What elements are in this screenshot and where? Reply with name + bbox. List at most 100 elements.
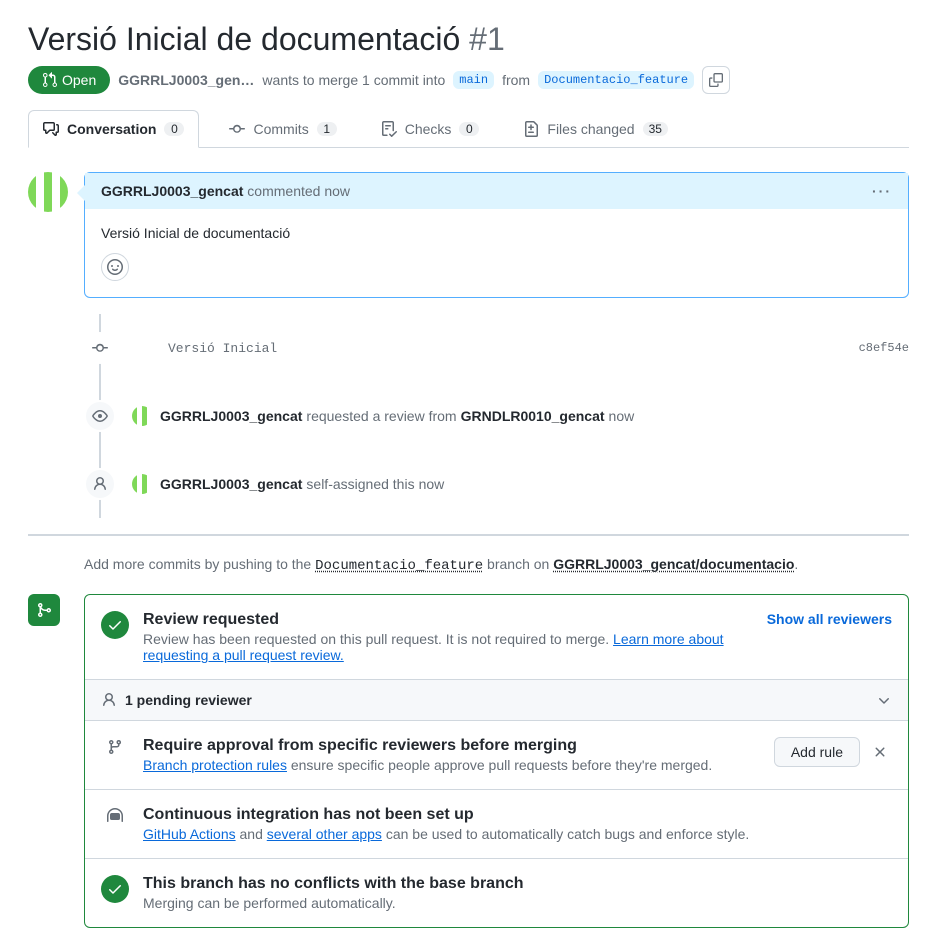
merge-box: Review requested Review has been request… (84, 594, 909, 928)
x-icon (872, 744, 888, 760)
person-icon (101, 692, 117, 708)
github-actions-link[interactable]: GitHub Actions (143, 826, 236, 842)
base-branch[interactable]: main (453, 71, 494, 89)
push-prefix: Add more commits by pushing to the (84, 556, 311, 572)
comment-time[interactable]: now (324, 183, 350, 199)
no-conflicts-section: This branch has no conflicts with the ba… (85, 859, 908, 927)
head-branch[interactable]: Documentacio_feature (538, 71, 694, 89)
pr-header: Versió Inicial de documentació #1 Open G… (28, 20, 909, 94)
git-pull-request-icon (42, 72, 58, 88)
file-diff-icon (523, 121, 539, 137)
pending-reviewer-text: 1 pending reviewer (125, 692, 252, 708)
show-all-reviewers-link[interactable]: Show all reviewers (767, 611, 892, 627)
push-repo[interactable]: GGRRLJ0003_gencat/documentacio (553, 556, 794, 572)
assign-text: self-assigned this (306, 476, 414, 492)
comment-action: commented (247, 183, 320, 199)
assign-time[interactable]: now (419, 476, 445, 492)
timeline: GGRRLJ0003_gencat commented now ··· Vers… (84, 172, 909, 928)
conflicts-title: This branch has no conflicts with the ba… (143, 875, 892, 893)
ci-mid: and (240, 826, 263, 842)
review-title: Review requested (143, 611, 753, 629)
protection-rules-link[interactable]: Branch protection rules (143, 757, 287, 773)
tab-checks-label: Checks (405, 121, 452, 137)
tab-conversation[interactable]: Conversation 0 (28, 110, 199, 148)
divider (28, 534, 909, 536)
add-rule-button[interactable]: Add rule (774, 737, 860, 767)
ci-title: Continuous integration has not been set … (143, 806, 892, 824)
actor-avatar[interactable] (132, 406, 152, 426)
other-apps-link[interactable]: several other apps (267, 826, 382, 842)
tab-checks-count: 0 (459, 122, 479, 136)
protection-rest: ensure specific people approve pull requ… (291, 757, 712, 773)
comment-header: GGRRLJ0003_gencat commented now ··· (85, 173, 908, 209)
timeline-review-request: GGRRLJ0003_gencat requested a review fro… (84, 382, 909, 450)
pr-meta: Open GGRRLJ0003_gen… wants to merge 1 co… (28, 66, 909, 94)
comment-menu-button[interactable]: ··· (872, 183, 892, 199)
tab-files[interactable]: Files changed 35 (509, 110, 682, 147)
git-commit-icon (229, 121, 245, 137)
actor-avatar[interactable] (132, 474, 152, 494)
review-desc: Review has been requested on this pull r… (143, 631, 609, 647)
merge-text-1: wants to merge 1 commit into (262, 72, 445, 88)
merge-section: Review requested Review has been request… (84, 594, 909, 928)
merge-text-2: from (502, 72, 530, 88)
ci-rest: can be used to automatically catch bugs … (386, 826, 749, 842)
tab-files-label: Files changed (547, 121, 634, 137)
tab-checks[interactable]: Checks 0 (367, 110, 494, 147)
comment-discussion-icon (43, 121, 59, 137)
protection-title: Require approval from specific reviewers… (143, 737, 760, 755)
hubot-icon (101, 806, 129, 824)
tab-commits-count: 1 (317, 122, 337, 136)
author-avatar[interactable] (28, 172, 68, 212)
tab-files-count: 35 (643, 122, 668, 136)
push-branch[interactable]: Documentacio_feature (315, 558, 483, 574)
git-commit-icon (92, 340, 108, 356)
pending-reviewer-section[interactable]: 1 pending reviewer (85, 680, 908, 721)
ci-section: Continuous integration has not been set … (85, 790, 908, 859)
copy-branch-button[interactable] (702, 66, 730, 94)
pr-title: Versió Inicial de documentació #1 (28, 20, 909, 58)
checklist-icon (381, 121, 397, 137)
chevron-down-icon[interactable] (876, 692, 892, 708)
comment-text: Versió Inicial de documentació (101, 225, 892, 241)
state-badge: Open (28, 66, 110, 94)
push-hint: Add more commits by pushing to the Docum… (84, 556, 909, 574)
check-circle-icon (101, 611, 129, 639)
copy-icon (709, 73, 723, 87)
comment-author[interactable]: GGRRLJ0003_gencat (101, 183, 243, 199)
review-time[interactable]: now (609, 408, 635, 424)
review-reviewer[interactable]: GRNDLR0010_gencat (461, 408, 605, 424)
dismiss-protection-button[interactable] (868, 740, 892, 764)
commit-sha[interactable]: c8ef54e (859, 341, 909, 355)
tab-commits[interactable]: Commits 1 (215, 110, 350, 147)
review-requested-section: Review requested Review has been request… (85, 595, 908, 680)
merge-status-badge (28, 594, 60, 626)
pr-author[interactable]: GGRRLJ0003_gen… (118, 72, 254, 88)
timeline-self-assign: GGRRLJ0003_gencat self-assigned this now (84, 450, 909, 518)
assign-actor[interactable]: GGRRLJ0003_gencat (160, 476, 302, 492)
tab-conversation-count: 0 (164, 122, 184, 136)
check-icon (107, 881, 123, 897)
tab-conversation-label: Conversation (67, 121, 156, 137)
tabs: Conversation 0 Commits 1 Checks 0 Files … (28, 110, 909, 148)
smiley-icon (107, 259, 123, 275)
add-reaction-button[interactable] (101, 253, 129, 281)
tab-commits-label: Commits (253, 121, 308, 137)
commit-message[interactable]: Versió Inicial (168, 341, 843, 356)
check-circle-icon (101, 875, 129, 903)
conflicts-desc: Merging can be performed automatically. (143, 895, 892, 911)
git-branch-icon (101, 737, 129, 755)
timeline-items: Versió Inicial c8ef54e GGRRLJ0003_gencat… (84, 314, 909, 518)
review-text: requested a review from (306, 408, 456, 424)
comment-box: GGRRLJ0003_gencat commented now ··· Vers… (84, 172, 909, 298)
review-actor[interactable]: GGRRLJ0003_gencat (160, 408, 302, 424)
timeline-commit: Versió Inicial c8ef54e (84, 314, 909, 382)
review-badge (84, 400, 116, 432)
assign-badge (84, 468, 116, 500)
pr-number: #1 (469, 21, 505, 57)
branch-protection-section: Require approval from specific reviewers… (85, 721, 908, 790)
push-mid: branch on (487, 556, 549, 572)
commit-badge (84, 332, 116, 364)
check-icon (107, 617, 123, 633)
person-icon (92, 476, 108, 492)
